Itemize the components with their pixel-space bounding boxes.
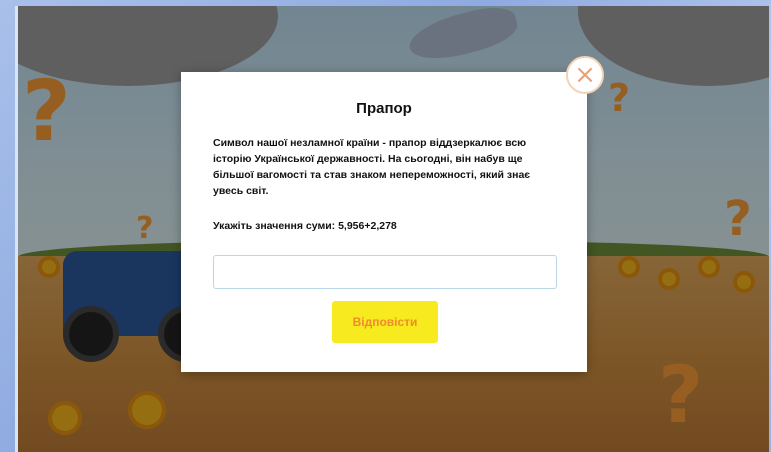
dialog-description: Символ нашої незламної країни - прапор в… xyxy=(213,137,531,197)
quiz-dialog: Прапор Символ нашої незламної країни - п… xyxy=(181,72,587,372)
close-button[interactable]: × xyxy=(566,56,604,94)
dialog-title: Прапор xyxy=(356,100,412,117)
close-icon: × xyxy=(574,60,596,90)
task-prompt: Укажіть значення суми: 5,956+2,278 xyxy=(213,220,397,232)
submit-answer-button[interactable]: Відповісти xyxy=(332,301,438,343)
answer-input[interactable] xyxy=(213,255,557,289)
